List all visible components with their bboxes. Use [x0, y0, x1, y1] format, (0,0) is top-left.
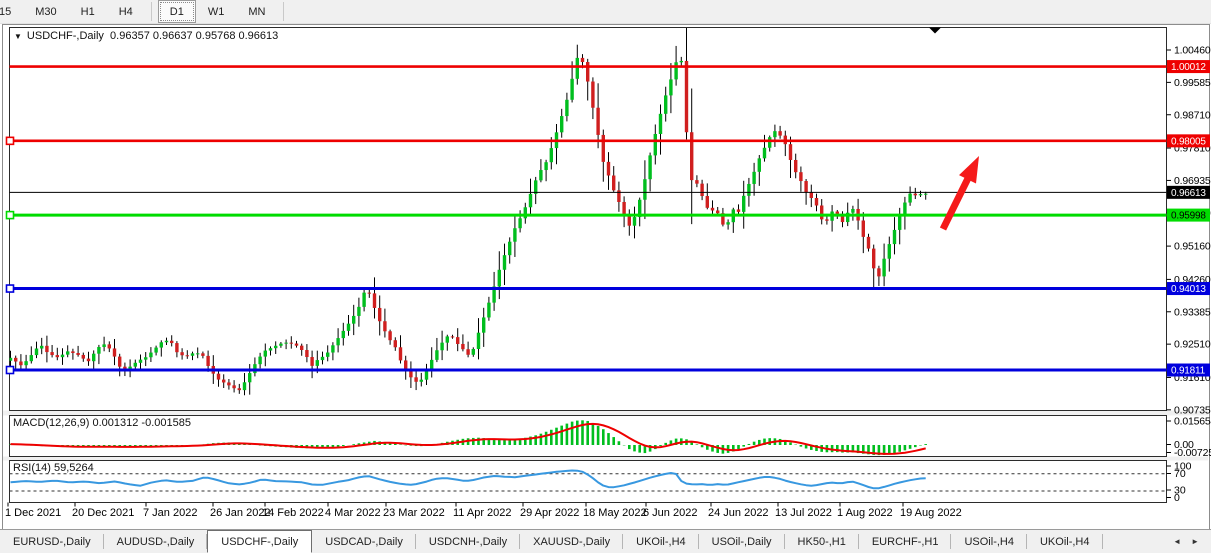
chart-tab-audusd-daily[interactable]: AUDUSD-,Daily — [104, 530, 208, 553]
chart-tab-xauusd-daily[interactable]: XAUUSD-,Daily — [520, 530, 623, 553]
price-tick-label: 0.92510 — [1174, 339, 1211, 351]
price-badge-label: 0.95998 — [1171, 211, 1206, 222]
date-tick-label: 23 Mar 2022 — [383, 507, 445, 519]
price-tick-label: 0.99585 — [1174, 77, 1211, 89]
chart-shift-marker-icon[interactable] — [929, 28, 941, 34]
chart-tab-usdcnh-daily[interactable]: USDCNH-,Daily — [416, 530, 520, 553]
rsi-indicator-label: RSI(14) 59,5264 — [13, 462, 94, 474]
date-tick-label: 4 Mar 2022 — [325, 507, 381, 519]
chart-title-symbol: USDCHF-,Daily — [27, 30, 104, 42]
chart-tab-eurusd-daily[interactable]: EURUSD-,Daily — [0, 530, 104, 553]
date-tick-label: 14 Feb 2022 — [262, 507, 324, 519]
price-badge-label: 0.98005 — [1171, 136, 1206, 147]
hline-handle-0.91811[interactable] — [7, 367, 14, 374]
pane-splitter[interactable] — [3, 457, 1208, 461]
date-tick-label: 7 Jan 2022 — [143, 507, 197, 519]
price-badge-label: 0.96613 — [1171, 188, 1206, 199]
hline-handle-0.98005[interactable] — [7, 137, 14, 144]
tab-scroll-left-icon[interactable]: ◄ — [1173, 537, 1181, 546]
chart-tab-ukoil-h4[interactable]: UKOil-,H4 — [1027, 530, 1103, 553]
hline-handle-0.95998[interactable] — [7, 212, 14, 219]
price-tick-label: 0.95160 — [1174, 241, 1211, 253]
rsi-axis-label: 0 — [1174, 492, 1180, 504]
price-tick-label: 0.93385 — [1174, 306, 1211, 318]
price-badge-label: 0.91811 — [1171, 366, 1206, 377]
chart-tab-ukoil-h4[interactable]: UKOil-,H4 — [623, 530, 699, 553]
price-axis: 1.004600.995850.987100.978100.969350.960… — [1167, 45, 1211, 505]
date-tick-label: 6 Jun 2022 — [643, 507, 697, 519]
tab-scroll-controls: ◄► — [1161, 530, 1211, 553]
chart-tab-usoil-h4[interactable]: USOil-,H4 — [951, 530, 1027, 553]
chart-tabbar: EURUSD-,DailyAUDUSD-,DailyUSDCHF-,DailyU… — [0, 529, 1211, 553]
chart-dropdown-icon: ▼ — [14, 32, 22, 41]
date-tick-label: 24 Jun 2022 — [708, 507, 769, 519]
chart-tab-usdcad-daily[interactable]: USDCAD-,Daily — [312, 530, 416, 553]
date-tick-label: 20 Dec 2021 — [72, 507, 134, 519]
date-tick-label: 11 Apr 2022 — [453, 507, 512, 519]
date-axis: 1 Dec 202120 Dec 20217 Jan 202226 Jan 20… — [5, 503, 962, 520]
chart-tab-hk50-h1[interactable]: HK50-,H1 — [785, 530, 859, 553]
macd-axis-label: 0.015654 — [1174, 416, 1211, 428]
macd-indicator-label: MACD(12,26,9) 0.001312 -0.001585 — [13, 417, 191, 429]
date-tick-label: 19 Aug 2022 — [900, 507, 962, 519]
price-badge-label: 0.94013 — [1171, 284, 1206, 295]
chart-title: ▼ USDCHF-,Daily 0.96357 0.96637 0.95768 0… — [14, 30, 278, 42]
pane-splitter[interactable] — [3, 411, 1208, 416]
rsi-line — [11, 471, 926, 489]
price-badge-label: 1.00012 — [1171, 62, 1206, 73]
macd-axis-label: -0.0072599 — [1174, 447, 1211, 459]
rsi-axis-label: 70 — [1174, 468, 1186, 480]
price-tick-label: 0.96935 — [1174, 175, 1211, 187]
chart-canvas: 1.004600.995850.987100.978100.969350.960… — [0, 0, 1211, 552]
chart-title-ohlc: 0.96357 0.96637 0.95768 0.96613 — [110, 30, 278, 42]
hline-handle-0.94013[interactable] — [7, 285, 14, 292]
date-tick-label: 18 May 2022 — [583, 507, 647, 519]
chart-tab-usdchf-daily[interactable]: USDCHF-,Daily — [207, 530, 312, 553]
date-tick-label: 1 Dec 2021 — [5, 507, 61, 519]
date-tick-label: 29 Apr 2022 — [520, 507, 579, 519]
price-tick-label: 1.00460 — [1174, 45, 1211, 57]
date-tick-label: 13 Jul 2022 — [775, 507, 832, 519]
price-tick-label: 0.98710 — [1174, 109, 1211, 121]
chart-tab-eurchf-h1[interactable]: EURCHF-,H1 — [859, 530, 952, 553]
chart-tab-usoil-daily[interactable]: USOil-,Daily — [699, 530, 785, 553]
arrow-annotation[interactable] — [940, 156, 979, 231]
tab-scroll-right-icon[interactable]: ► — [1191, 537, 1199, 546]
date-tick-label: 1 Aug 2022 — [837, 507, 893, 519]
